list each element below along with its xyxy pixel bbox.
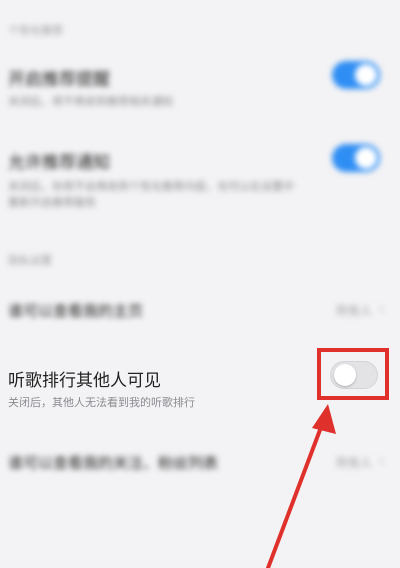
- annotation-arrow-icon: [266, 404, 336, 568]
